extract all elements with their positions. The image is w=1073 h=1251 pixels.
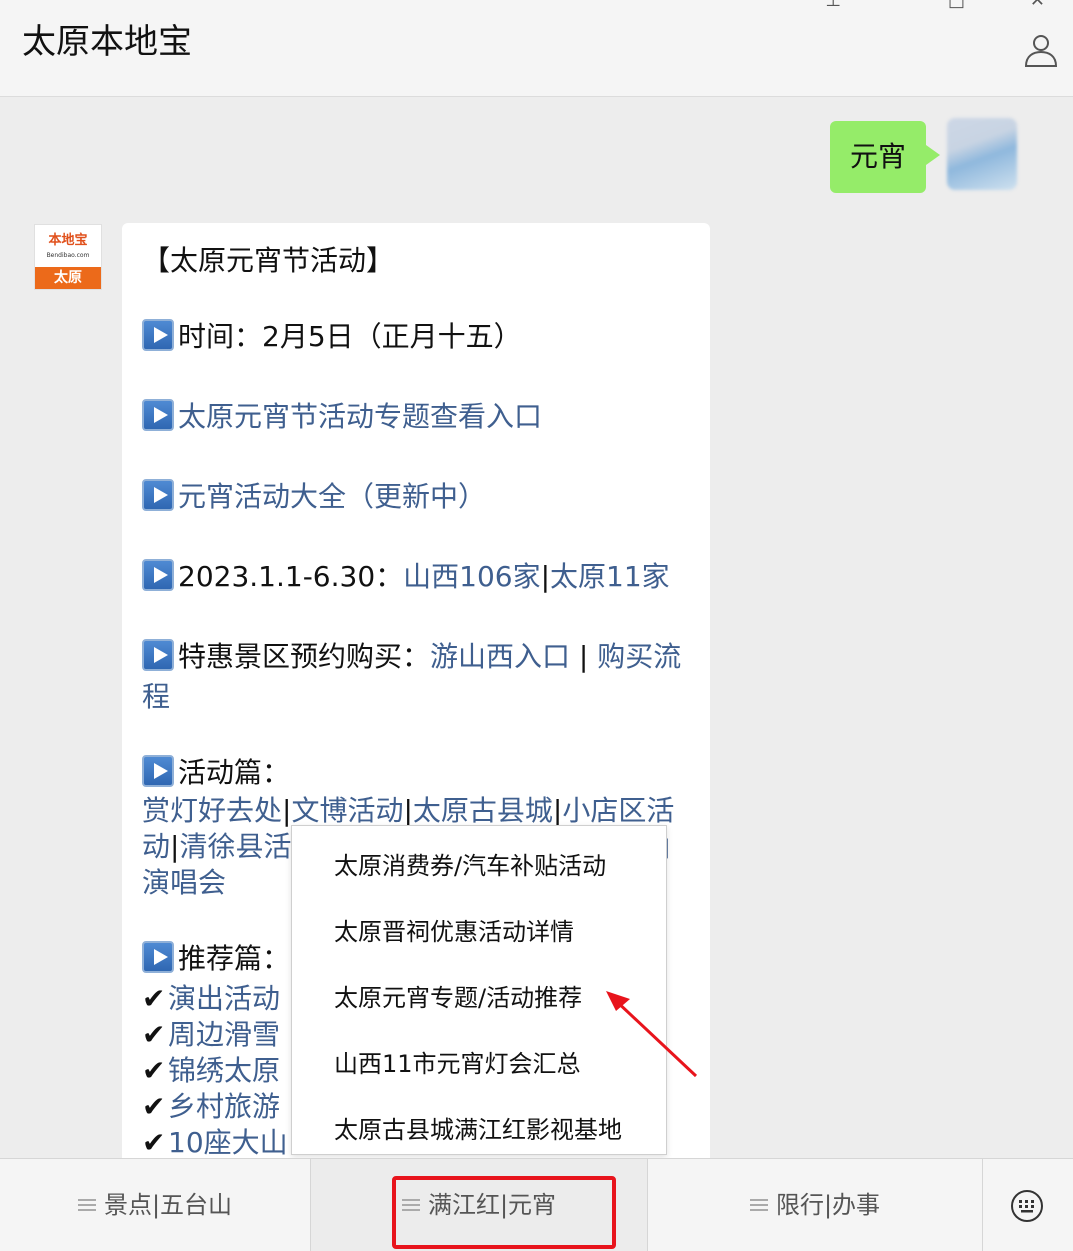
- my-avatar[interactable]: [947, 118, 1017, 190]
- check-icon: ✔: [142, 982, 166, 1015]
- user-profile-icon[interactable]: [1023, 32, 1059, 68]
- tab-scenic[interactable]: 景点|五台山: [0, 1159, 310, 1251]
- buy-process-link-wrap[interactable]: 程: [142, 680, 170, 713]
- activity-links-1: 赏灯好去处|文博活动|太原古县城|小店区活: [142, 794, 675, 827]
- menu-item-ancient-city[interactable]: 太原古县城满江红影视基地: [334, 1110, 622, 1145]
- activity-link[interactable]: 赏灯好去处: [142, 794, 282, 827]
- message-heading: 【太原元宵节活动】: [142, 244, 395, 277]
- annotation-arrow-icon: [606, 991, 698, 1078]
- pin-icon[interactable]: ⊥: [825, 0, 841, 11]
- maximize-icon[interactable]: □: [948, 0, 965, 11]
- topic-link[interactable]: 太原元宵节活动专题查看入口: [178, 400, 542, 433]
- taiyuan-link[interactable]: 太原11家: [550, 560, 670, 593]
- all-activities-link[interactable]: 元宵活动大全（更新中）: [178, 480, 486, 513]
- time-line: 时间：2月5日（正月十五）: [142, 315, 522, 355]
- play-icon: [142, 559, 174, 591]
- recommend-item: ✔10座大山: [142, 1126, 288, 1158]
- youshanxi-link[interactable]: 游山西入口: [430, 640, 570, 673]
- keyboard-icon[interactable]: [1010, 1189, 1044, 1223]
- activity-link[interactable]: 小店区活: [562, 794, 674, 827]
- activity-link[interactable]: 太原古县城: [413, 794, 553, 827]
- logo-text: 本地宝: [48, 233, 88, 248]
- menu-item-lantern-topic[interactable]: 太原元宵专题/活动推荐: [334, 978, 582, 1013]
- check-icon: ✔: [142, 1054, 166, 1087]
- recommend-heading: 推荐篇：: [142, 937, 290, 977]
- logo-city: 太原: [35, 267, 101, 289]
- period-line: 2023.1.1-6.30：山西106家|太原11家: [142, 555, 670, 595]
- play-icon: [142, 479, 174, 511]
- recommend-item: ✔周边滑雪: [142, 1018, 281, 1051]
- highlight-annotation: [392, 1176, 616, 1249]
- hamburger-icon: [77, 1199, 96, 1211]
- buy-process-link[interactable]: 购买流: [597, 640, 681, 673]
- concert-link[interactable]: 演唱会: [142, 866, 226, 899]
- play-icon: [142, 319, 174, 351]
- menu-item-consumer-voucher[interactable]: 太原消费券/汽车补贴活动: [334, 846, 606, 881]
- menu-item-lantern-fairs[interactable]: 山西11市元宵灯会汇总: [334, 1044, 581, 1079]
- menu-item-jinci[interactable]: 太原晋祠优惠活动详情: [334, 912, 574, 947]
- play-icon: [142, 941, 174, 973]
- activity-links-2: 动|清徐县活: [142, 830, 292, 863]
- page-title: 太原本地宝: [22, 22, 192, 62]
- scenic-line-wrap: 程: [142, 675, 170, 715]
- play-icon: [142, 399, 174, 431]
- hamburger-icon: [749, 1199, 768, 1211]
- check-icon: ✔: [142, 1126, 166, 1158]
- activity-link[interactable]: 文博活动: [291, 794, 403, 827]
- activity-link[interactable]: 动: [142, 830, 170, 863]
- bottom-menu-bar: 景点|五台山 满江红|元宵 限行|办事: [0, 1158, 1073, 1251]
- activity-link[interactable]: 清徐县活: [179, 830, 291, 863]
- close-icon[interactable]: ✕: [1030, 0, 1045, 11]
- check-icon: ✔: [142, 1090, 166, 1123]
- all-link-line: 元宵活动大全（更新中）: [142, 475, 486, 515]
- shanxi-link[interactable]: 山西106家: [403, 560, 540, 593]
- scenic-line: 特惠景区预约购买：游山西入口 | 购买流: [142, 635, 681, 675]
- play-icon: [142, 755, 174, 787]
- tab-traffic[interactable]: 限行|办事: [648, 1159, 982, 1251]
- recommend-item: ✔演出活动: [142, 982, 281, 1015]
- activity-links-3: 演唱会: [142, 861, 226, 901]
- my-message-bubble[interactable]: 元宵: [830, 121, 940, 193]
- recommend-item: ✔乡村旅游: [142, 1090, 281, 1123]
- logo-subtext: Bendibao.com: [46, 252, 90, 259]
- play-icon: [142, 639, 174, 671]
- activity-heading: 活动篇：: [142, 751, 290, 791]
- check-icon: ✔: [142, 1018, 166, 1051]
- topic-link-line: 太原元宵节活动专题查看入口: [142, 395, 542, 435]
- header: 太原本地宝 ⊥ □ ✕: [0, 0, 1073, 97]
- bot-avatar[interactable]: 本地宝 Bendibao.com 太原: [34, 224, 102, 290]
- recommend-item: ✔锦绣太原: [142, 1054, 281, 1087]
